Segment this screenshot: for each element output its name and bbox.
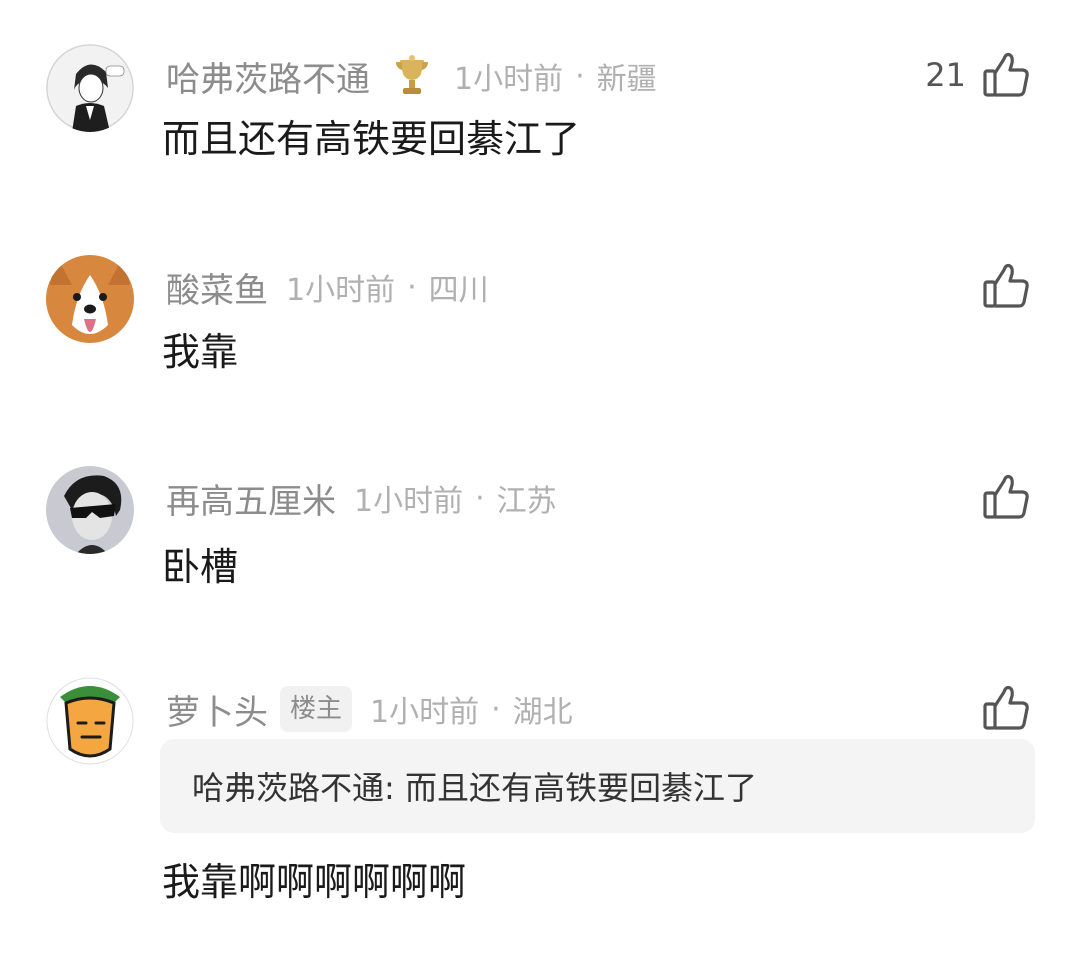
trophy-icon: [388, 52, 436, 100]
comment-location: 新疆: [596, 62, 657, 97]
comment-text: 而且还有高铁要回綦江了: [162, 117, 581, 161]
like-button[interactable]: [980, 259, 1032, 313]
comment-time: 1小时前: [286, 273, 396, 308]
thumbs-up-icon: [980, 682, 1032, 734]
comment-location: 四川: [428, 273, 489, 308]
comment-item: 再高五厘米 1小时前 · 江苏 卧槽: [0, 466, 1080, 606]
meta-separator: ·: [575, 58, 585, 94]
comment-time: 1小时前: [454, 62, 564, 97]
avatar-image-sunglasses-man: [46, 466, 134, 554]
username[interactable]: 萝卜头: [166, 685, 268, 734]
thumbs-up-icon: [980, 260, 1032, 312]
comment-item: 酸菜鱼 1小时前 · 四川 我靠: [0, 255, 1080, 395]
like-button[interactable]: [980, 470, 1032, 524]
comment-text: 我靠: [162, 330, 239, 374]
username[interactable]: 酸菜鱼: [166, 263, 268, 312]
comment-location: 江苏: [496, 484, 557, 519]
comment-meta: 酸菜鱼 1小时前 · 四川: [166, 263, 489, 311]
meta-separator: ·: [491, 691, 501, 727]
comment-time: 1小时前: [370, 695, 480, 730]
comment-item: 萝卜头 楼主 1小时前 · 湖北 哈弗茨路不通: 而且还有高铁要回綦江了 我靠啊…: [0, 677, 1080, 917]
username[interactable]: 再高五厘米: [166, 474, 336, 523]
comment-meta: 萝卜头 楼主 1小时前 · 湖北: [166, 685, 573, 733]
thumbs-up-icon: [980, 471, 1032, 523]
username[interactable]: 哈弗茨路不通: [166, 52, 370, 101]
comment-text: 我靠啊啊啊啊啊啊: [162, 860, 467, 904]
comment-location: 湖北: [512, 695, 573, 730]
avatar[interactable]: [46, 466, 134, 554]
meta-separator: ·: [475, 480, 485, 516]
comment-time: 1小时前: [354, 484, 464, 519]
comment-meta: 再高五厘米 1小时前 · 江苏: [166, 474, 557, 522]
avatar-image-corgi: [46, 255, 134, 343]
comment-item: 哈弗茨路不通 1小时前 · 新疆 21 而且还有高铁要回綦江了: [0, 44, 1080, 184]
thumbs-up-icon: [980, 49, 1032, 101]
quoted-reply[interactable]: 哈弗茨路不通: 而且还有高铁要回綦江了: [160, 739, 1035, 833]
op-badge: 楼主: [280, 686, 353, 732]
avatar[interactable]: [46, 677, 134, 765]
avatar[interactable]: [46, 44, 134, 132]
comment-text: 卧槽: [162, 545, 239, 589]
meta-separator: ·: [407, 269, 417, 305]
like-button[interactable]: 21: [925, 48, 1032, 102]
avatar[interactable]: [46, 255, 134, 343]
like-count: 21: [925, 56, 966, 94]
avatar-image-radish: [46, 677, 134, 765]
avatar-image-manga-boy: [46, 44, 134, 132]
comment-meta: 哈弗茨路不通 1小时前 · 新疆: [166, 52, 657, 100]
like-button[interactable]: [980, 681, 1032, 735]
quoted-reply-text: 哈弗茨路不通: 而且还有高铁要回綦江了: [192, 769, 757, 807]
